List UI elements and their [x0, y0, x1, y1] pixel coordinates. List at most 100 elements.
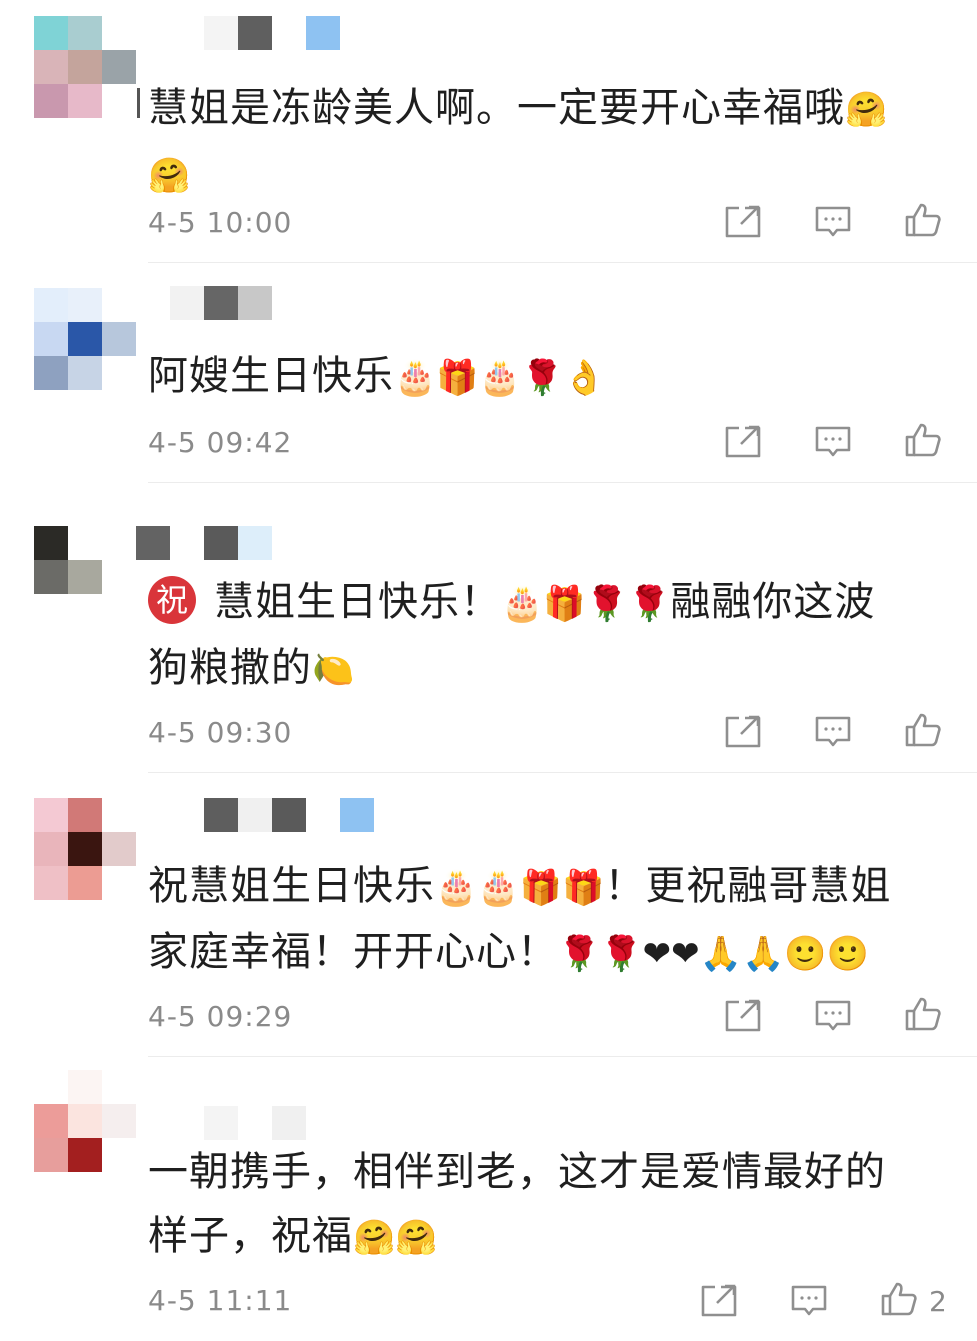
username-blurred[interactable]	[204, 798, 374, 832]
comment-time: 4-5 09:29	[148, 1000, 293, 1033]
share-button[interactable]	[723, 714, 763, 750]
avatar-pixel	[102, 16, 136, 50]
comment-body: 祝慧姐生日快乐	[148, 863, 435, 909]
avatar-pixel	[68, 356, 102, 390]
reply-icon	[815, 206, 851, 237]
like-button[interactable]	[903, 996, 943, 1032]
avatar-pixel	[68, 322, 102, 356]
username-pixel	[204, 16, 238, 50]
comment-text: 祝慧姐生日快乐🎂🎂🎁🎁！更祝融哥慧姐 家庭幸福！开开心心！🌹🌹❤❤🙏🙏🙂🙂	[148, 854, 948, 986]
like-button[interactable]	[903, 202, 943, 238]
avatar[interactable]	[34, 526, 136, 628]
celebration-emojis: 🎂🎁🎂🌹👌	[394, 358, 606, 398]
reply-button[interactable]	[813, 424, 853, 460]
like-button[interactable]	[903, 712, 943, 748]
avatar-pixel	[102, 594, 136, 628]
hug-emoji: 🤗	[148, 156, 191, 196]
username-pixel	[204, 798, 238, 832]
avatar-pixel	[34, 526, 68, 560]
avatar-pixel	[102, 84, 136, 118]
username-pixel	[238, 798, 272, 832]
username-pixel	[306, 798, 340, 832]
reply-icon	[815, 716, 851, 747]
avatar[interactable]	[34, 16, 136, 118]
username-pixel	[136, 526, 170, 560]
comment-time: 4-5 09:30	[148, 716, 293, 749]
username-blurred[interactable]	[204, 1106, 306, 1140]
avatar[interactable]	[34, 1070, 136, 1172]
avatar-pixel	[102, 1138, 136, 1172]
avatar-pixel	[102, 832, 136, 866]
avatar-pixel	[102, 356, 136, 390]
thumbs-up-icon	[905, 997, 941, 1031]
avatar-pixel	[34, 50, 68, 84]
avatar-pixel	[34, 798, 68, 832]
reply-button[interactable]	[813, 714, 853, 750]
avatar-pixel	[68, 50, 102, 84]
share-button[interactable]	[723, 424, 763, 460]
avatar-pixel	[102, 322, 136, 356]
share-button[interactable]	[699, 1283, 739, 1319]
divider	[148, 262, 977, 263]
avatar-pixel	[68, 288, 102, 322]
avatar-pixel	[68, 560, 102, 594]
avatar-pixel	[34, 322, 68, 356]
reply-button[interactable]	[813, 998, 853, 1034]
username-blurred[interactable]	[204, 16, 340, 50]
divider	[148, 1056, 977, 1057]
avatar-pixel	[34, 16, 68, 50]
avatar-pixel	[102, 866, 136, 900]
like-button[interactable]	[903, 422, 943, 458]
share-icon	[701, 1284, 737, 1317]
thumbs-up-icon	[905, 423, 941, 457]
lemon-emoji: 🍋	[312, 650, 355, 690]
avatar-pixel	[34, 84, 68, 118]
celebration-emojis: 🌹🌹❤❤🙏🙏🙂🙂	[558, 934, 869, 974]
avatar-pixel	[68, 798, 102, 832]
avatar-pixel	[34, 594, 68, 628]
avatar-pixel	[68, 1104, 102, 1138]
comment-time: 4-5 10:00	[148, 206, 293, 239]
avatar-pixel	[34, 288, 68, 322]
username-blurred[interactable]	[136, 526, 272, 560]
username-pixel	[272, 1106, 306, 1140]
avatar[interactable]	[34, 288, 136, 390]
username-pixel	[204, 526, 238, 560]
reply-button[interactable]	[789, 1283, 829, 1319]
comment-body: 慧姐是冻龄美人啊。一定要开心幸福哦	[148, 85, 845, 131]
comment-body: 阿嫂生日快乐	[148, 353, 394, 399]
avatar-pixel	[102, 560, 136, 594]
reply-icon	[815, 426, 851, 457]
avatar-pixel	[102, 526, 136, 560]
like-button[interactable]	[879, 1281, 919, 1317]
comment-body-cont: ！更祝融哥慧姐	[604, 863, 892, 909]
wish-badge: 祝	[148, 576, 196, 624]
thumbs-up-icon	[881, 1282, 917, 1316]
comment-body-line2: 狗粮撒的	[148, 645, 312, 691]
comment-text: 慧姐是冻龄美人啊。一定要开心幸福哦🤗 🤗	[148, 76, 948, 208]
comment-body-cont: 融融你这波	[670, 579, 876, 625]
avatar-pixel	[34, 356, 68, 390]
reply-button[interactable]	[813, 204, 853, 240]
username-blurred[interactable]	[170, 286, 272, 320]
comment-body: 一朝携手，相伴到老，这才是爱情最好的	[148, 1149, 886, 1195]
avatar-pixel	[68, 84, 102, 118]
share-icon	[725, 425, 761, 458]
avatar-pixel	[68, 594, 102, 628]
share-button[interactable]	[723, 204, 763, 240]
avatar[interactable]	[34, 798, 136, 900]
comment-body-line2: 样子，祝福	[148, 1213, 353, 1259]
share-icon	[725, 205, 761, 238]
avatar-pixel	[68, 16, 102, 50]
avatar-pixel	[34, 1138, 68, 1172]
share-button[interactable]	[723, 998, 763, 1034]
avatar-pixel	[34, 866, 68, 900]
username-pixel	[238, 1106, 272, 1140]
celebration-emojis: 🎂🎁🌹🌹	[501, 584, 671, 624]
username-pixel	[306, 16, 340, 50]
avatar-pixel	[102, 50, 136, 84]
celebration-emojis: 🎂🎂🎁🎁	[435, 868, 605, 908]
username-pixel	[204, 1106, 238, 1140]
username-pixel	[238, 16, 272, 50]
hug-emoji: 🤗	[845, 90, 888, 130]
